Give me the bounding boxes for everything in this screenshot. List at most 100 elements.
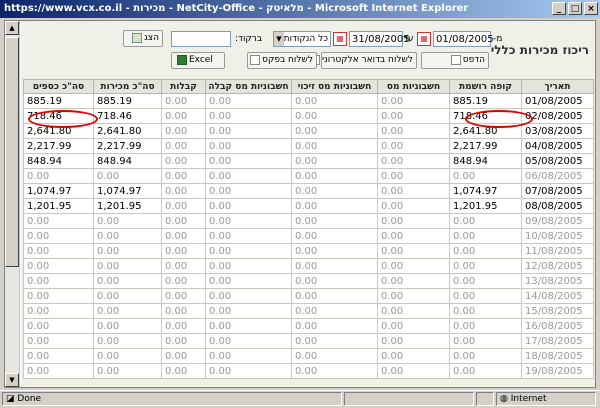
date-cell: 01/08/2005 [521,93,594,109]
date-cell: 10/08/2005 [521,228,594,244]
amount-cell: 0.00 [377,213,450,229]
amount-cell: 0.00 [205,348,292,364]
amount-cell: 0.00 [205,243,292,259]
amount-cell: 0.00 [377,258,450,274]
amount-cell: 0.00 [377,183,450,199]
email-button[interactable]: לשלוח בדואר אלקטרוני [310,52,417,69]
window-titlebar: https://www.vcx.co.il - מכירות - NetCity… [0,0,600,18]
amount-cell: 0.00 [161,318,206,334]
amount-cell: 0.00 [23,333,94,349]
amount-cell: 0.00 [161,123,206,139]
print-button[interactable]: הדפס [421,52,489,69]
chevron-down-icon[interactable]: ▼ [274,32,284,46]
amount-cell: 0.00 [161,258,206,274]
amount-cell: 0.00 [93,348,162,364]
date-cell: 13/08/2005 [521,273,594,289]
amount-cell: 0.00 [23,273,94,289]
to-date-input[interactable]: 31/08/2005 [349,31,410,47]
excel-icon [177,54,187,65]
points-select[interactable]: כל הנקודות ▼ [273,31,331,47]
amount-cell: 0.00 [93,273,162,289]
show-button[interactable]: הצג [123,30,163,47]
show-button-label: הצג [144,33,159,43]
status-text-cell: ◪ Done [2,392,342,406]
amount-cell: 2,217.99 [449,138,522,154]
date-cell: 11/08/2005 [521,243,594,259]
barcode-label: ברקוד: [235,34,263,44]
amount-cell: 2,217.99 [23,138,94,154]
column-header: חשבוניות מס זיכוי [291,79,378,94]
amount-cell: 0.00 [161,168,206,184]
amount-cell: 0.00 [161,198,206,214]
zone-cell: ◍ Internet [496,392,596,406]
status-text: Done [17,394,42,404]
table-row: 09/08/2005 0.00 0.00 0.00 0.00 0.00 0.00 0.00 [23,213,594,229]
amount-cell: 0.00 [205,153,292,169]
scroll-up-arrow[interactable]: ▲ [5,21,19,35]
column-header: תאריך [521,79,594,94]
amount-cell: 0.00 [205,93,292,109]
amount-cell: 0.00 [377,273,450,289]
amount-cell: 848.94 [93,153,162,169]
maximize-button[interactable]: □ [568,2,582,15]
from-label: מ- [493,34,503,44]
amount-cell: 0.00 [449,348,522,364]
amount-cell: 0.00 [291,288,378,304]
amount-cell: 0.00 [377,303,450,319]
amount-cell: 0.00 [291,303,378,319]
amount-cell: 0.00 [205,228,292,244]
amount-cell: 0.00 [377,153,450,169]
amount-cell: 1,074.97 [449,183,522,199]
amount-cell: 0.00 [93,228,162,244]
scroll-down-arrow[interactable]: ▼ [5,373,19,387]
amount-cell: 885.19 [449,93,522,109]
amount-cell: 0.00 [449,168,522,184]
amount-cell: 1,074.97 [23,183,94,199]
date-cell: 04/08/2005 [521,138,594,154]
vertical-scrollbar[interactable]: ▲ ▼ [5,21,20,387]
amount-cell: 2,641.80 [93,123,162,139]
browser-content: ▲ ▼ ריכוז מכירות כללי מ- 01/08/2005 ▦ עד… [4,20,596,388]
status-bar: ◪ Done ◍ Internet [0,390,600,408]
amount-cell: 0.00 [23,318,94,334]
amount-cell: 0.00 [205,258,292,274]
amount-cell: 0.00 [205,273,292,289]
fax-button[interactable]: לשלוח בפקס [247,52,317,69]
amount-cell: 0.00 [205,288,292,304]
table-row: 18/08/2005 0.00 0.00 0.00 0.00 0.00 0.00 0.00 [23,348,594,364]
amount-cell: 0.00 [161,303,206,319]
close-button[interactable]: × [584,2,598,15]
from-date-input[interactable]: 01/08/2005 [433,31,494,47]
date-cell: 19/08/2005 [521,363,594,379]
to-calendar-icon[interactable]: ▦ [333,32,347,46]
zone-text: Internet [510,394,547,404]
amount-cell: 0.00 [161,228,206,244]
amount-cell: 718.46 [93,108,162,124]
amount-cell: 0.00 [291,318,378,334]
excel-button[interactable]: Excel [171,52,225,69]
minimize-button[interactable]: _ [552,2,566,15]
column-header: קופה רושמת [449,79,522,94]
amount-cell: 0.00 [23,348,94,364]
table-row: 12/08/2005 0.00 0.00 0.00 0.00 0.00 0.00 0.00 [23,258,594,274]
amount-cell: 0.00 [449,318,522,334]
scroll-thumb[interactable] [5,37,19,267]
table-row: 06/08/2005 0.00 0.00 0.00 0.00 0.00 0.00 0.00 [23,168,594,184]
excel-button-label: Excel [189,55,213,65]
table-header-row: תאריך קופה רושמת חשבוניות מס חשבוניות מס זי… [23,79,594,94]
window-title: https://www.vcx.co.il - מכירות - NetCity… [4,3,469,14]
amount-cell: 848.94 [449,153,522,169]
barcode-input[interactable] [171,31,231,47]
amount-cell: 0.00 [291,153,378,169]
amount-cell: 2,217.99 [93,138,162,154]
amount-cell: 0.00 [377,348,450,364]
amount-cell: 0.00 [205,318,292,334]
date-cell: 18/08/2005 [521,348,594,364]
amount-cell: 0.00 [205,333,292,349]
table-row: 07/08/2005 1,074.97 0.00 0.00 0.00 0.00 1,074.… [23,183,594,199]
ie-page-icon: ◪ [6,394,15,404]
from-calendar-icon[interactable]: ▦ [417,32,431,46]
amount-cell: 0.00 [93,213,162,229]
amount-cell: 0.00 [93,243,162,259]
table-row: 11/08/2005 0.00 0.00 0.00 0.00 0.00 0.00 0.00 [23,243,594,259]
